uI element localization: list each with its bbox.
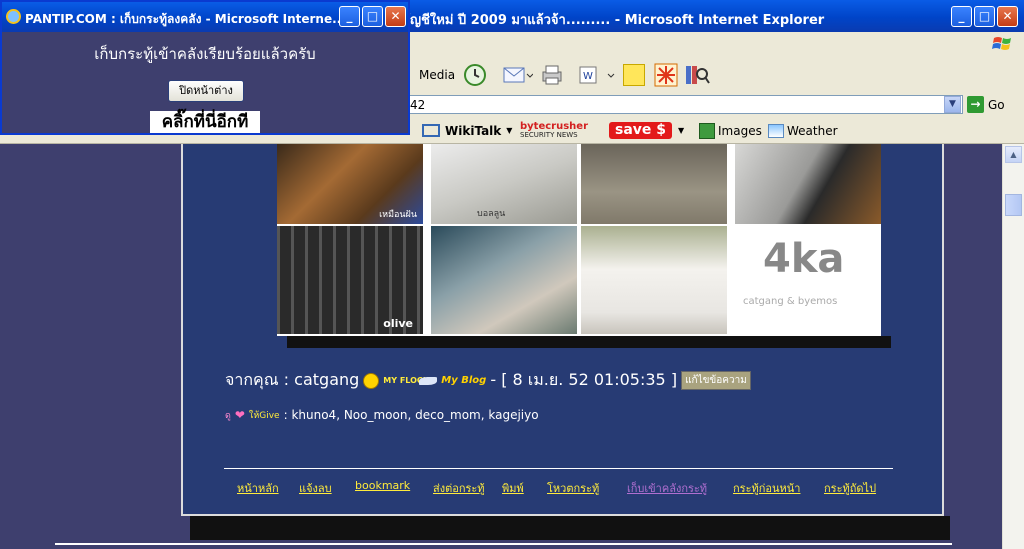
main-window-title: ัญชีใหม่ ปี 2009 มาแล้วจ้า......... - Mi… [410, 13, 825, 28]
scroll-thumb[interactable] [1005, 194, 1022, 216]
photo-caption: บอลลูน [477, 209, 506, 219]
vote-link[interactable]: โหวตกระทู้ [547, 479, 599, 497]
messenger-button[interactable] [654, 63, 678, 87]
print-button[interactable] [540, 64, 564, 86]
ie-icon [6, 9, 21, 24]
history-button[interactable] [463, 64, 487, 86]
post-shadow [190, 516, 950, 540]
media-button[interactable]: Media [405, 64, 455, 86]
go-button[interactable]: → Go [967, 96, 1005, 113]
go-arrow-icon: → [967, 96, 984, 113]
research-icon [686, 66, 710, 84]
photo-dog-cage: olive [277, 226, 423, 334]
collage-logo: 4ka [763, 236, 845, 282]
author-name: จากคุณ : catgang [225, 370, 360, 389]
weather-label: Weather [787, 123, 838, 138]
images-label: Images [718, 123, 762, 138]
svg-text:W: W [583, 71, 593, 82]
media-label: Media [419, 68, 456, 82]
popup-title: PANTIP.COM : เก็บกระทู้ลงคลัง - Microsof… [25, 12, 346, 26]
messenger-icon [654, 63, 678, 87]
my-blog-link[interactable]: My Blog [441, 375, 486, 386]
click-again-link[interactable]: คลิ๊กที่นี่อีกที [150, 111, 260, 133]
wikitalk-button[interactable]: WikiTalk ▼ [422, 121, 512, 140]
weather-icon [768, 123, 784, 138]
bottom-rule [55, 543, 952, 545]
vertical-scrollbar[interactable]: ▲ [1002, 144, 1024, 549]
post-container: เหมือนฝัน บอลลูน olive 4ka catgang & bye… [181, 144, 944, 516]
collage-logo-sub: catgang & byemos [743, 296, 838, 307]
givers-list: : khuno4, Noo_moon, deco_mom, kagejiyo [283, 408, 539, 422]
home-link[interactable]: หน้าหลัก [237, 479, 279, 497]
print-link[interactable]: พิมพ์ [502, 479, 524, 497]
popup-titlebar[interactable]: PANTIP.COM : เก็บกระทู้ลงคลัง - Microsof… [2, 2, 408, 32]
bytecrusher-sub: SECURITY NEWS [520, 130, 578, 139]
collage-shadow [287, 336, 891, 348]
post-timestamp: - [ 8 เม.ย. 52 01:05:35 ] [490, 370, 678, 389]
photo-logo: 4ka catgang & byemos [735, 226, 881, 334]
windows-logo-icon [992, 37, 1011, 50]
report-link[interactable]: แจ้งลบ [299, 479, 332, 497]
author-line: จากคุณ : catgang MY FLOCK My Blog - [ 8 … [225, 368, 751, 393]
maximize-button[interactable]: □ [974, 6, 995, 27]
previous-topic-link[interactable]: กระทู้ก่อนหน้า [733, 479, 800, 497]
photo-white-dog: บอลลูน [431, 144, 577, 224]
save-dropdown-icon: ▼ [678, 126, 685, 135]
popup-message: เก็บกระทู้เข้าคลังเรียบร้อยแล้วครับ [94, 45, 316, 63]
popup-minimize-button[interactable]: _ [339, 6, 360, 27]
images-icon [699, 122, 715, 139]
edit-message-button[interactable]: แก้ไขข้อความ [681, 371, 751, 390]
photo-white-kitten [581, 226, 727, 334]
give-line: ดู ❤ ให้Give : khuno4, Noo_moon, deco_mo… [225, 408, 539, 422]
mail-button[interactable] [503, 64, 533, 86]
popup-maximize-button[interactable]: □ [362, 6, 383, 27]
address-input[interactable]: 42 [405, 95, 963, 114]
save-button[interactable]: save $ ▼ [609, 121, 684, 140]
my-flock-link[interactable]: MY FLOCK [383, 376, 429, 385]
save-label: save $ [609, 122, 673, 139]
research-button[interactable] [684, 64, 710, 86]
popup-close-button[interactable]: ✕ [385, 6, 406, 27]
wikitalk-dropdown-icon: ▼ [506, 126, 513, 135]
printer-icon [542, 65, 562, 85]
page-content: เหมือนฝัน บอลลูน olive 4ka catgang & bye… [0, 144, 1002, 549]
history-icon [464, 64, 486, 86]
give-link[interactable]: ให้Give [249, 408, 280, 422]
bookmark-link[interactable]: bookmark [355, 479, 410, 492]
sticky-note-icon [623, 64, 645, 86]
photo-cat-eating [735, 144, 881, 224]
close-window-button[interactable]: ปิดหน้าต่าง [168, 80, 244, 102]
weather-button[interactable]: Weather [768, 121, 838, 140]
word-edit-icon: W [579, 66, 615, 84]
photo-cats-floor [581, 144, 727, 224]
divider [224, 468, 893, 469]
close-button[interactable]: ✕ [997, 6, 1018, 27]
mail-icon [503, 67, 533, 83]
photo-caption: olive [383, 317, 413, 330]
address-dropdown-icon[interactable]: ▼ [944, 96, 961, 113]
photo-caption: เหมือนฝัน [379, 210, 417, 220]
scroll-up-icon[interactable]: ▲ [1005, 146, 1022, 163]
archive-link[interactable]: เก็บเข้าคลังกระทู้ [627, 479, 707, 497]
bytecrusher-button[interactable]: bytecrusher SECURITY NEWS [520, 121, 588, 140]
give-prefix[interactable]: ดู [225, 408, 231, 422]
wikitalk-icon [422, 124, 440, 137]
popup-window: PANTIP.COM : เก็บกระทู้ลงคลัง - Microsof… [0, 0, 410, 135]
minimize-button[interactable]: _ [951, 6, 972, 27]
images-button[interactable]: Images [699, 121, 762, 140]
photo-collage: เหมือนฝัน บอลลูน olive 4ka catgang & bye… [277, 144, 881, 336]
photo-puppy-held [431, 226, 577, 334]
bird-icon [419, 376, 438, 385]
heart-icon: ❤ [234, 408, 245, 422]
wikitalk-label: WikiTalk [445, 123, 502, 138]
next-topic-link[interactable]: กระทู้ถัดไป [824, 479, 876, 497]
photo-dog-eating: เหมือนฝัน [277, 144, 423, 224]
notes-button[interactable] [623, 64, 645, 86]
go-label: Go [988, 97, 1005, 112]
forward-link[interactable]: ส่งต่อกระทู้ [433, 479, 485, 497]
edit-button[interactable]: W [578, 64, 618, 86]
bytecrusher-label: bytecrusher [520, 120, 589, 132]
smiley-icon [363, 372, 380, 389]
